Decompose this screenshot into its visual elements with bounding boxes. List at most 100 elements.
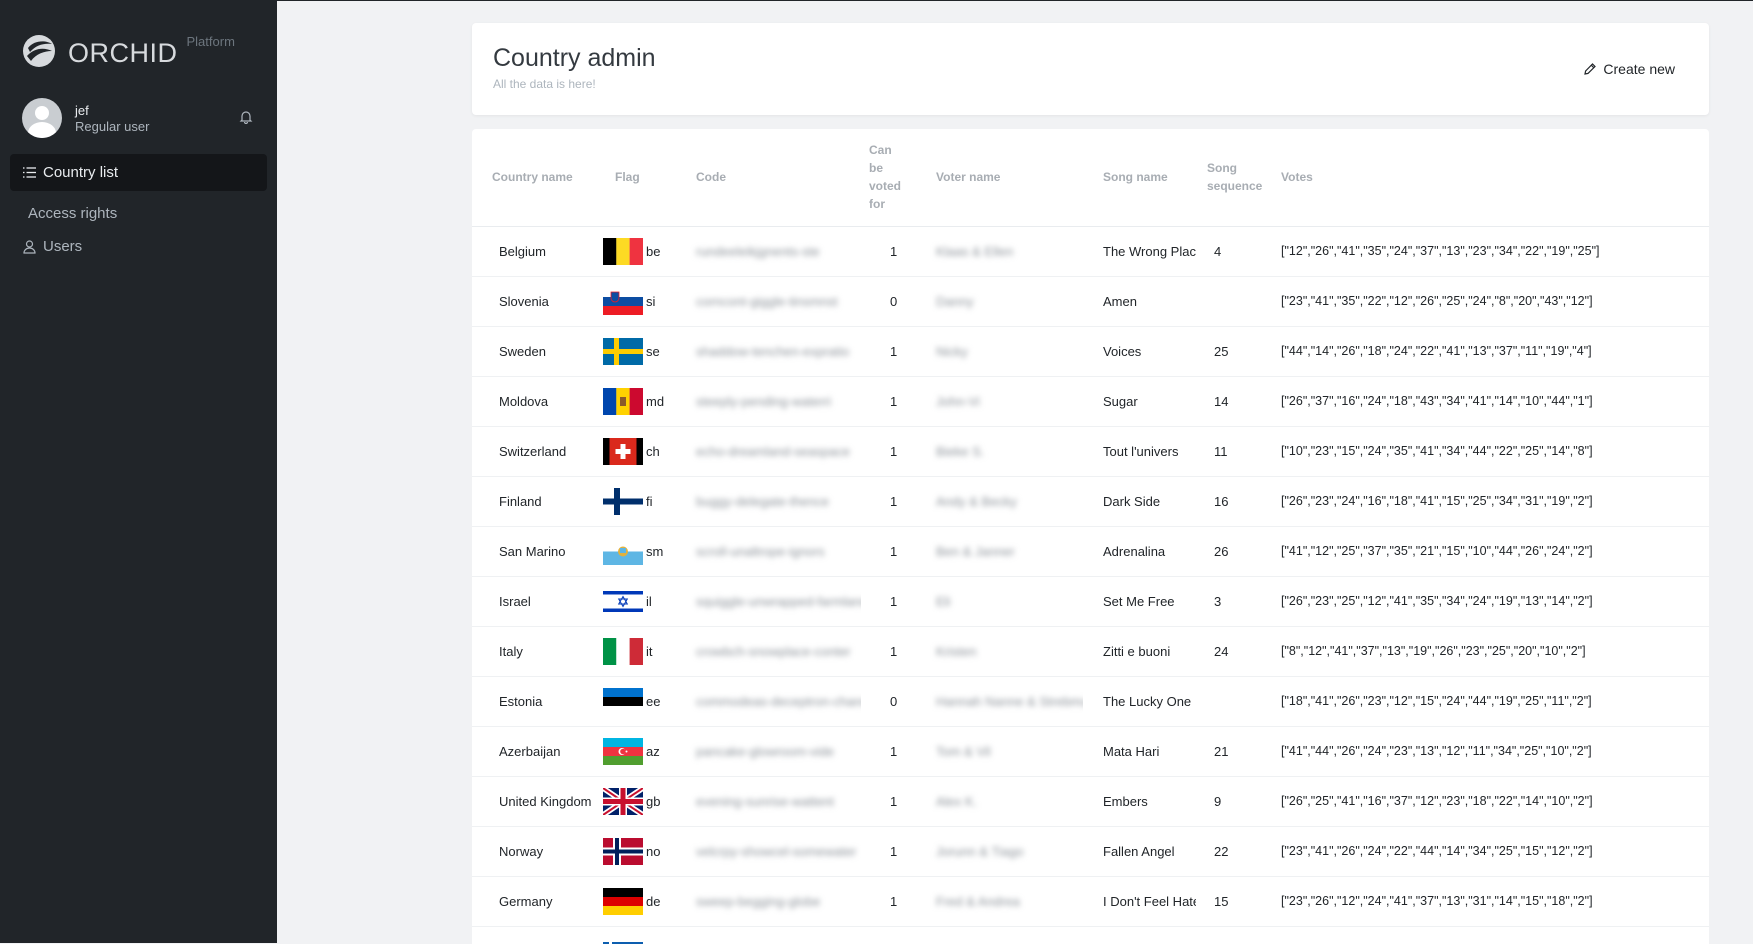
voter-name-cell: Fred & Andrea <box>916 876 1083 927</box>
can-be-voted-cell: 1 <box>861 226 916 277</box>
table-row[interactable]: Moldova md steeply-pending-waterri 1 Joh… <box>472 376 1709 427</box>
code-value: crowbch-snowplace-conter <box>696 643 851 659</box>
voter-name-cell: Andy & Becky <box>916 476 1083 527</box>
code-cell: pancake-glowroom-vide <box>676 726 861 777</box>
table-row[interactable]: Sweden se shaddow-tenchen-expratio 1 Nic… <box>472 326 1709 377</box>
song-sequence-cell: 16 <box>1196 476 1272 527</box>
flag-fi-icon <box>603 487 643 515</box>
create-new-button[interactable]: Create new <box>1583 61 1675 77</box>
voter-name-cell: Klaas & Ellen <box>916 226 1083 277</box>
song-name-cell: Sugar <box>1083 376 1196 427</box>
column-header-code[interactable]: Code <box>676 129 861 227</box>
code-cell: evening-sunrise-wattent <box>676 776 861 827</box>
code-cell: shaddow-tenchen-expratio <box>676 326 861 377</box>
sidebar-item-access-rights[interactable]: Access rights <box>10 197 267 230</box>
sidebar-item-label: Country list <box>43 164 119 181</box>
avatar[interactable] <box>22 98 62 138</box>
table-row[interactable]: Germany de sweep-begging-globe 1 Fred & … <box>472 876 1709 927</box>
brand: ORCHID Platform <box>0 0 277 90</box>
votes-cell: ["12","26","41","35","24","37","13","23"… <box>1272 226 1709 277</box>
table-row[interactable]: San Marino sm scroll-unaltrope-ignors 1 … <box>472 526 1709 577</box>
page-title: Country admin <box>493 44 656 72</box>
voter-name-cell: Alex K. <box>916 776 1083 827</box>
table-row[interactable]: Norway no velcrpy-showcel-somewater 1 Jo… <box>472 826 1709 877</box>
user-panel[interactable]: jef Regular user <box>0 90 277 146</box>
votes-cell: ["41","44","26","24","23","13","12","11"… <box>1272 726 1709 777</box>
country-table-card: Country name Flag Code Can be voted for … <box>472 129 1709 944</box>
voter-name-value: Tom & Vil <box>936 743 991 759</box>
song-sequence-cell: 26 <box>1196 526 1272 577</box>
column-header-can-be-voted-for[interactable]: Can be voted for <box>861 129 916 227</box>
flag-cell: gb <box>595 776 676 827</box>
column-header-song-name[interactable]: Song name <box>1083 129 1196 227</box>
table-row[interactable] <box>472 926 1709 944</box>
flag-gb-icon <box>603 787 643 815</box>
partial-row-rest <box>676 926 1709 944</box>
table-row[interactable]: Italy it crowbch-snowplace-conter 1 Kris… <box>472 626 1709 677</box>
voter-name-cell: Nicky <box>916 326 1083 377</box>
can-be-voted-cell: 1 <box>861 626 916 677</box>
song-sequence-cell <box>1196 276 1272 327</box>
code-value: sweep-begging-globe <box>696 893 821 909</box>
code-cell: buggy-delegate-thence <box>676 476 861 527</box>
can-be-voted-cell: 1 <box>861 426 916 477</box>
user-role: Regular user <box>75 118 150 134</box>
code-cell: corncont-giggle-tinsmnst <box>676 276 861 327</box>
user-icon <box>23 240 36 254</box>
code-value: echo-dreamland-seaspace <box>696 443 850 459</box>
flag-code: gb <box>646 793 661 809</box>
table-header-row: Country name Flag Code Can be voted for … <box>472 129 1709 227</box>
orchid-logo-icon <box>23 35 55 67</box>
sidebar-item-country-list[interactable]: Country list <box>10 154 267 191</box>
flag-code: il <box>646 593 652 609</box>
votes-cell: ["44","14","26","18","24","22","41","13"… <box>1272 326 1709 377</box>
main-content: Country admin All the data is here! Crea… <box>277 0 1753 944</box>
table-row[interactable]: Azerbaijan az pancake-glowroom-vide 1 To… <box>472 726 1709 777</box>
flag-code: no <box>646 843 661 859</box>
code-value: rundeeleikjgnents-ste <box>696 243 820 259</box>
song-name-cell: I Don't Feel Hate <box>1083 876 1196 927</box>
sidebar-item-users[interactable]: Users <box>10 230 267 263</box>
table-row[interactable]: Estonia ee commodeas-deceptron-chandeler… <box>472 676 1709 727</box>
code-cell: commodeas-deceptron-chandeler <box>676 676 861 727</box>
table-row[interactable]: Israel il squiggle-unwrapped-farmlands 1… <box>472 576 1709 627</box>
sidebar-nav: Country list Access rights Users <box>0 154 277 263</box>
flag-cell: az <box>595 726 676 777</box>
voter-name-value: Nicky <box>936 343 968 359</box>
column-header-votes[interactable]: Votes <box>1272 129 1709 227</box>
flag-de-icon <box>603 887 643 915</box>
page-header: Country admin All the data is here! Crea… <box>472 23 1709 115</box>
column-header-country-name[interactable]: Country name <box>472 129 595 227</box>
table-row[interactable]: Switzerland ch echo-dreamland-seaspace 1… <box>472 426 1709 477</box>
table-row[interactable]: Finland fi buggy-delegate-thence 1 Andy … <box>472 476 1709 527</box>
song-name-cell: The Lucky One <box>1083 676 1196 727</box>
votes-cell: ["18","41","26","23","12","15","24","44"… <box>1272 676 1709 727</box>
song-sequence-cell: 11 <box>1196 426 1272 477</box>
flag-az-icon <box>603 737 643 765</box>
code-cell: scroll-unaltrope-ignors <box>676 526 861 577</box>
votes-cell: ["26","23","24","16","18","41","15","25"… <box>1272 476 1709 527</box>
song-name-cell: Set Me Free <box>1083 576 1196 627</box>
column-header-song-sequence[interactable]: Song sequence <box>1196 129 1272 227</box>
flag-code: be <box>646 243 661 259</box>
column-header-voter-name[interactable]: Voter name <box>916 129 1083 227</box>
country-name-cell: Norway <box>472 826 595 877</box>
song-sequence-cell: 22 <box>1196 826 1272 877</box>
table-row[interactable]: United Kingdom gb evening-sunrise-watten… <box>472 776 1709 827</box>
song-name-cell: The Wrong Place <box>1083 226 1196 277</box>
song-name-cell: Dark Side <box>1083 476 1196 527</box>
column-header-flag[interactable]: Flag <box>595 129 676 227</box>
song-name-cell: Mata Hari <box>1083 726 1196 777</box>
bell-icon[interactable] <box>239 110 253 124</box>
brand-name: ORCHID <box>68 38 178 68</box>
flag-no-icon <box>603 837 643 865</box>
votes-cell: ["26","25","41","16","37","12","23","18"… <box>1272 776 1709 827</box>
country-name-cell: Italy <box>472 626 595 677</box>
song-sequence-cell: 25 <box>1196 326 1272 377</box>
country-name-cell: Moldova <box>472 376 595 427</box>
code-value: corncont-giggle-tinsmnst <box>696 293 838 309</box>
votes-cell: ["8","12","41","37","13","19","26","23",… <box>1272 626 1709 677</box>
table-row[interactable]: Belgium be rundeeleikjgnents-ste 1 Klaas… <box>472 226 1709 277</box>
table-row[interactable]: Slovenia si corncont-giggle-tinsmnst 0 D… <box>472 276 1709 327</box>
voter-name-cell: Eli <box>916 576 1083 627</box>
